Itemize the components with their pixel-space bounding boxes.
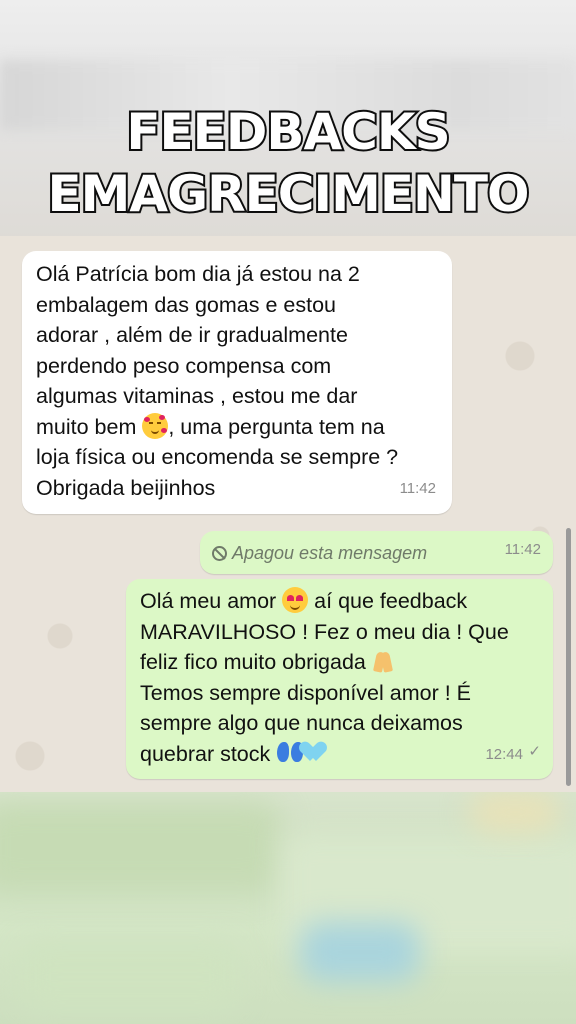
message-timestamp: 11:42	[504, 540, 541, 558]
deleted-message-text: Apagou esta mensagem	[212, 543, 427, 563]
message-timestamp: 12:44	[485, 745, 523, 763]
incoming-message-bubble[interactable]: Olá Patrícia bom dia já estou na 2 embal…	[22, 251, 452, 514]
smiling-face-with-hearts-icon	[142, 412, 169, 439]
heart-eyes-icon	[282, 587, 309, 613]
sent-check-icon: ✓	[528, 742, 541, 760]
light-blue-heart-icon	[304, 742, 328, 764]
title-line-1: FEEDBACKS	[124, 101, 452, 163]
incoming-message-text: Olá Patrícia bom dia já estou na 2 embal…	[36, 262, 399, 500]
deleted-message-bubble[interactable]: Apagou esta mensagem 11:42	[200, 531, 553, 574]
folded-hands-icon	[372, 650, 394, 672]
title-line-2: EMAGRECIMENTO	[46, 163, 532, 225]
scrollbar[interactable]	[566, 528, 571, 786]
outgoing-message-text: Olá meu amor aí que feedback MARAVILHOSO…	[140, 587, 509, 766]
outgoing-message-bubble[interactable]: Olá meu amor aí que feedback MARAVILHOSO…	[126, 579, 553, 779]
blurred-bottom-area	[0, 792, 576, 1024]
message-timestamp: 11:42	[399, 479, 436, 497]
ban-icon	[212, 546, 227, 561]
